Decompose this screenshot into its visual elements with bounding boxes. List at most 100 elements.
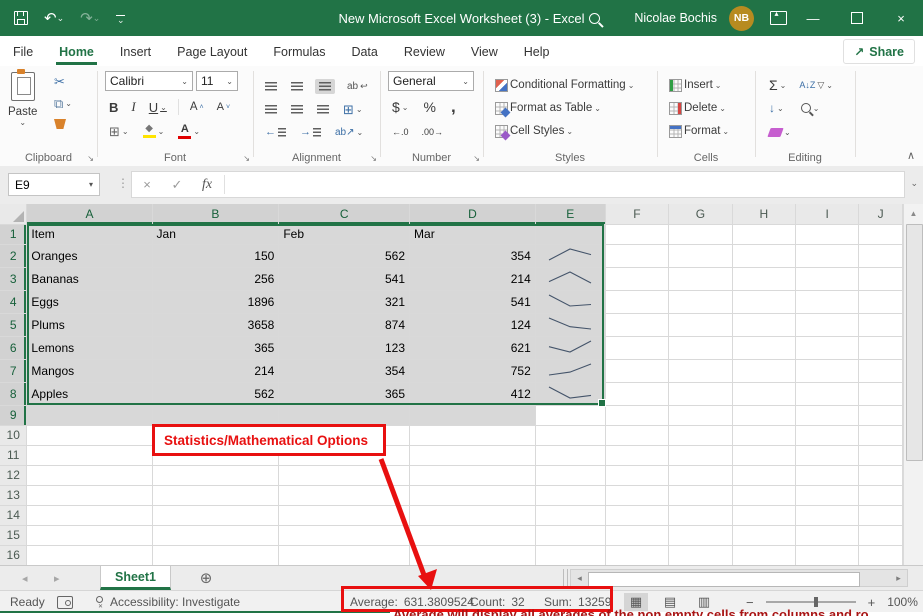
percent-button[interactable]: %	[422, 98, 438, 116]
cell-F3[interactable]	[605, 267, 668, 290]
borders-button[interactable]: ⊞⌄	[107, 124, 131, 139]
align-bottom-button[interactable]	[315, 79, 335, 94]
cell-G12[interactable]	[669, 465, 732, 485]
cell-A7[interactable]: Mangos	[27, 359, 152, 382]
insert-function-button[interactable]: fx	[192, 177, 222, 193]
customize-qat-button[interactable]: ⌄	[116, 15, 125, 22]
cell-I9[interactable]	[795, 405, 858, 425]
cell-F7[interactable]	[605, 359, 668, 382]
minimize-button[interactable]: —	[791, 0, 835, 36]
user-name[interactable]: Nicolae Bochis	[634, 11, 717, 25]
cell-J2[interactable]	[859, 244, 903, 267]
increase-decimal-button[interactable]: ←.0	[390, 126, 411, 138]
row-header-2[interactable]: 2	[0, 244, 27, 267]
cell-A2[interactable]: Oranges	[27, 244, 152, 267]
cell-F8[interactable]	[605, 382, 668, 405]
horizontal-scrollbar[interactable]: ◂ ▸	[570, 569, 908, 587]
column-header-F[interactable]: F	[605, 204, 668, 224]
fill-color-button[interactable]: ◆⌄	[141, 123, 167, 139]
decrease-decimal-button[interactable]: .00→	[420, 126, 446, 138]
accessibility-status[interactable]: Accessibility: Investigate	[93, 591, 240, 613]
cell-I14[interactable]	[795, 505, 858, 525]
font-size-combo[interactable]: 11⌄	[196, 71, 238, 91]
format-as-table-button[interactable]: Format as Table⌄	[493, 101, 603, 116]
cell-H1[interactable]	[732, 224, 795, 244]
row-header-6[interactable]: 6	[0, 336, 27, 359]
close-button[interactable]: ×	[879, 0, 923, 36]
cell-E15[interactable]	[535, 525, 605, 545]
clipboard-dialog-launcher[interactable]: ↘	[87, 154, 94, 163]
cell-E2[interactable]	[535, 244, 605, 267]
save-button[interactable]	[14, 11, 28, 25]
cell-J15[interactable]	[859, 525, 903, 545]
cell-J6[interactable]	[859, 336, 903, 359]
decrease-font-button[interactable]: A˅	[215, 100, 232, 114]
cell-A14[interactable]	[27, 505, 152, 525]
cell-F5[interactable]	[605, 313, 668, 336]
cell-D13[interactable]	[410, 485, 536, 505]
cell-E4[interactable]	[535, 290, 605, 313]
cell-E7[interactable]	[535, 359, 605, 382]
tab-file[interactable]: File	[0, 39, 46, 64]
align-right-button[interactable]	[315, 104, 331, 115]
column-header-A[interactable]: A	[27, 204, 152, 224]
conditional-formatting-button[interactable]: Conditional Formatting⌄	[493, 78, 636, 93]
cell-I4[interactable]	[795, 290, 858, 313]
cell-D15[interactable]	[410, 525, 536, 545]
cancel-button[interactable]: ×	[132, 177, 162, 192]
wrap-text-button[interactable]: ab↩	[345, 80, 370, 93]
scroll-right-arrow-icon[interactable]: ▸	[891, 573, 906, 584]
cell-G4[interactable]	[669, 290, 732, 313]
cell-E5[interactable]	[535, 313, 605, 336]
column-header-H[interactable]: H	[732, 204, 795, 224]
cell-J13[interactable]	[859, 485, 903, 505]
prev-sheet-arrow-icon[interactable]: ◂	[22, 566, 28, 591]
column-header-B[interactable]: B	[152, 204, 279, 224]
cell-C5[interactable]: 874	[279, 313, 410, 336]
cell-E6[interactable]	[535, 336, 605, 359]
row-header-13[interactable]: 13	[0, 485, 27, 505]
cell-styles-button[interactable]: Cell Styles⌄	[493, 124, 575, 139]
cell-H16[interactable]	[732, 545, 795, 565]
cell-C2[interactable]: 562	[279, 244, 410, 267]
cell-I11[interactable]	[795, 445, 858, 465]
share-button[interactable]: ↗ Share	[843, 39, 915, 64]
cell-H12[interactable]	[732, 465, 795, 485]
tab-help[interactable]: Help	[511, 39, 563, 64]
delete-cells-button[interactable]: Delete⌄	[667, 101, 728, 116]
cell-E14[interactable]	[535, 505, 605, 525]
cell-F10[interactable]	[605, 425, 668, 445]
cell-H2[interactable]	[732, 244, 795, 267]
tab-view[interactable]: View	[458, 39, 511, 64]
cell-B9[interactable]	[152, 405, 279, 425]
expand-formula-bar-button[interactable]: ⌄	[910, 178, 918, 189]
font-dialog-launcher[interactable]: ↘	[243, 154, 250, 163]
cell-A6[interactable]: Lemons	[27, 336, 152, 359]
avatar[interactable]: NB	[729, 6, 754, 31]
cell-C3[interactable]: 541	[279, 267, 410, 290]
autosum-button[interactable]: Σ⌄	[767, 76, 788, 94]
cell-D10[interactable]	[410, 425, 536, 445]
cell-F15[interactable]	[605, 525, 668, 545]
cell-J12[interactable]	[859, 465, 903, 485]
maximize-button[interactable]	[835, 0, 879, 36]
number-dialog-launcher[interactable]: ↘	[473, 154, 480, 163]
cell-E8[interactable]	[535, 382, 605, 405]
cell-I10[interactable]	[795, 425, 858, 445]
underline-button[interactable]: U⌄	[147, 99, 169, 116]
align-top-button[interactable]	[263, 81, 279, 92]
bold-button[interactable]: B	[107, 99, 120, 116]
cell-E11[interactable]	[535, 445, 605, 465]
cell-D12[interactable]	[410, 465, 536, 485]
fill-button[interactable]: ↓⌄	[767, 100, 786, 116]
cell-I7[interactable]	[795, 359, 858, 382]
cell-J16[interactable]	[859, 545, 903, 565]
cell-J3[interactable]	[859, 267, 903, 290]
next-sheet-arrow-icon[interactable]: ▸	[54, 566, 60, 591]
cell-H4[interactable]	[732, 290, 795, 313]
cell-A9[interactable]	[27, 405, 152, 425]
cell-G13[interactable]	[669, 485, 732, 505]
cell-I16[interactable]	[795, 545, 858, 565]
vertical-scrollbar[interactable]: ▲	[903, 204, 923, 565]
number-format-combo[interactable]: General⌄	[388, 71, 474, 91]
